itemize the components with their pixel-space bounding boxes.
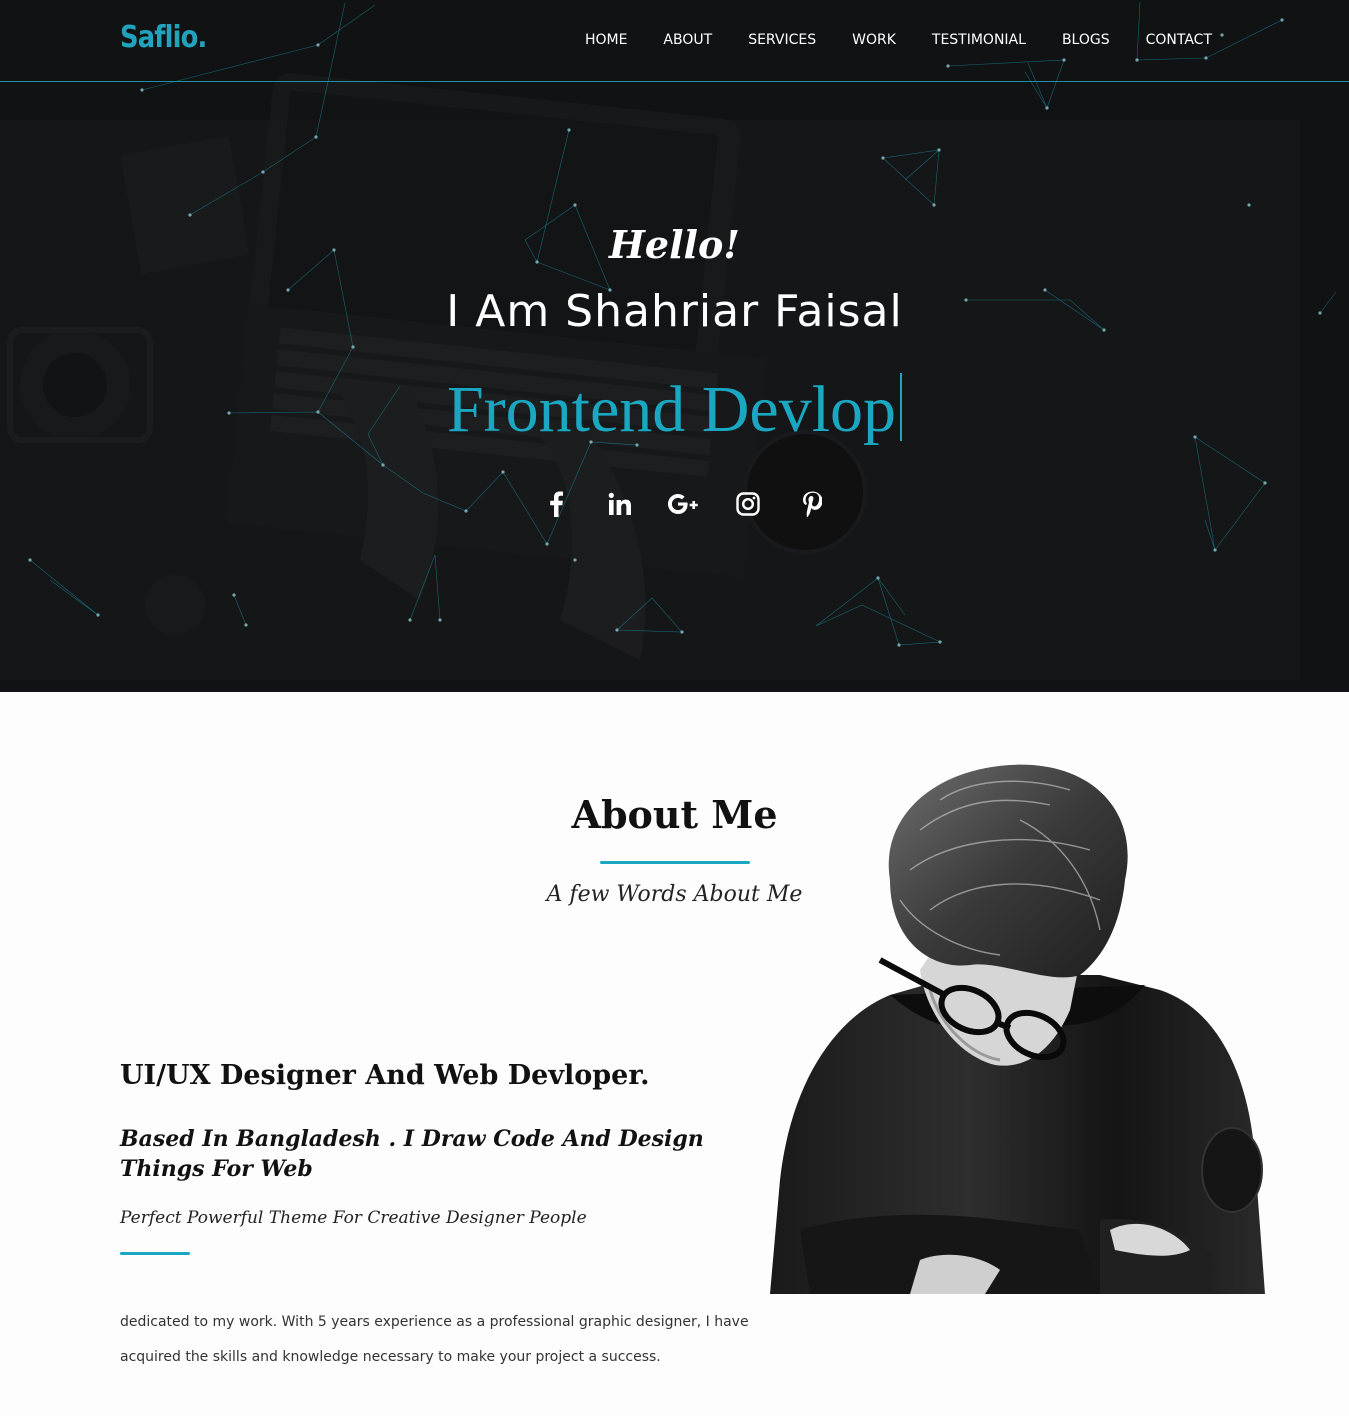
tagline-underline <box>120 1252 190 1255</box>
about-paragraph: dedicated to my work. With 5 years exper… <box>120 1314 749 1365</box>
facebook-link[interactable] <box>532 485 580 523</box>
hero-name: I Am Shahriar Faisal <box>446 286 903 337</box>
social-links <box>532 485 852 523</box>
nav-link-testimonial[interactable]: TESTIMONIAL <box>932 32 1026 48</box>
google-plus-link[interactable] <box>660 485 708 523</box>
typed-text: Frontend Devlop <box>446 373 897 446</box>
instagram-icon <box>736 492 760 516</box>
nav-link-services[interactable]: SERVICES <box>748 32 816 48</box>
about-tagline: Perfect Powerful Theme For Creative Desi… <box>120 1208 587 1228</box>
nav-link-blogs[interactable]: BLOGS <box>1062 32 1110 48</box>
hero-background-image <box>0 0 1349 692</box>
main-nav: HOME ABOUT SERVICES WORK TESTIMONIAL BLO… <box>549 32 1212 48</box>
pinterest-icon <box>803 491 822 517</box>
nav-link-home[interactable]: HOME <box>585 32 627 48</box>
linkedin-icon <box>608 492 631 515</box>
about-role-heading: UI/UX Designer And Web Devloper. <box>120 1060 650 1091</box>
facebook-icon <box>550 491 563 517</box>
pinterest-link[interactable] <box>788 485 836 523</box>
site-logo[interactable]: Saflio. <box>120 20 207 55</box>
google-plus-icon <box>668 494 698 514</box>
hero-section: Saflio. HOME ABOUT SERVICES WORK TESTIMO… <box>0 0 1349 692</box>
title-underline <box>600 861 750 864</box>
nav-link-contact[interactable]: CONTACT <box>1146 32 1212 48</box>
linkedin-link[interactable] <box>596 485 644 523</box>
instagram-link[interactable] <box>724 485 772 523</box>
hero-greeting: Hello! <box>609 222 740 267</box>
about-based-heading: Based In Bangladesh . I Draw Code And De… <box>120 1126 704 1182</box>
nav-link-work[interactable]: WORK <box>852 32 896 48</box>
hero-typed-role: Frontend Devlop <box>0 372 1349 448</box>
portrait-image <box>770 760 1270 1294</box>
nav-link-about[interactable]: ABOUT <box>663 32 712 48</box>
typing-cursor <box>900 373 903 441</box>
top-navbar: Saflio. HOME ABOUT SERVICES WORK TESTIMO… <box>0 0 1349 82</box>
